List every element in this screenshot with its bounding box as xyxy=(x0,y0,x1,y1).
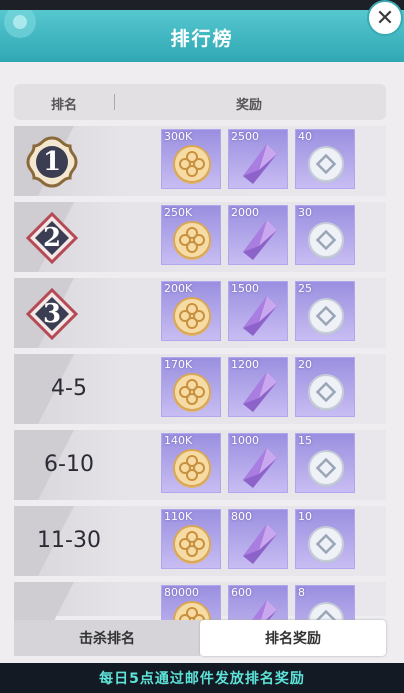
rank-range: 6-10 xyxy=(44,452,94,477)
silver-coin-icon xyxy=(304,446,348,490)
rank-range: 4-5 xyxy=(51,376,87,401)
column-header-rank: 排名 xyxy=(51,98,78,113)
gold-coin-icon xyxy=(170,218,214,262)
close-icon: ✕ xyxy=(375,5,395,31)
gold-coin-icon xyxy=(170,294,214,338)
gold-coin-icon xyxy=(170,522,214,566)
reward-notice: 每日5点通过邮件发放排名奖励 xyxy=(99,671,305,687)
tab-kill-ranking[interactable]: 击杀排名 xyxy=(14,620,200,656)
footer-bar: 每日5点通过邮件发放排名奖励 xyxy=(0,663,404,693)
table-header: 排名 奖励 xyxy=(14,84,386,120)
reward-item[interactable]: 1200 xyxy=(228,357,288,417)
reward-item[interactable]: 30 xyxy=(295,205,355,265)
rank-range: 11-30 xyxy=(37,528,101,553)
reward-item[interactable]: 1500 xyxy=(228,281,288,341)
purple-crystal-icon xyxy=(237,218,281,262)
silver-coin-icon xyxy=(304,218,348,262)
silver-coin-icon xyxy=(304,142,348,186)
reward-item[interactable]: 2000 xyxy=(228,205,288,265)
reward-item[interactable]: 20 xyxy=(295,357,355,417)
rank-row: 3 200K 1500 25 xyxy=(14,278,386,348)
rank-row: 80000 600 8 xyxy=(14,582,386,652)
reward-item[interactable]: 800 xyxy=(228,509,288,569)
gold-coin-icon xyxy=(170,142,214,186)
tab-bar: 击杀排名 排名奖励 xyxy=(14,620,386,656)
rank-number: 3 xyxy=(42,299,62,329)
reward-item[interactable]: 170K xyxy=(161,357,221,417)
reward-item[interactable]: 10 xyxy=(295,509,355,569)
rank-number: 2 xyxy=(42,223,62,253)
purple-crystal-icon xyxy=(237,446,281,490)
leaderboard-panel: 排行榜 排名 奖励 1 300K 2500 40 2 250K 2000 30 3 200K 150… xyxy=(0,10,404,693)
reward-item[interactable]: 140K xyxy=(161,433,221,493)
rank-row: 4-5 170K 1200 20 xyxy=(14,354,386,424)
reward-item[interactable]: 110K xyxy=(161,509,221,569)
rank-row: 6-10 140K 1000 15 xyxy=(14,430,386,500)
reward-item[interactable]: 2500 xyxy=(228,129,288,189)
title-bar: 排行榜 xyxy=(0,10,404,62)
rank-number: 1 xyxy=(42,147,62,177)
column-header-reward: 奖励 xyxy=(236,98,263,113)
column-divider xyxy=(114,94,115,110)
silver-coin-icon xyxy=(304,522,348,566)
reward-item[interactable]: 250K xyxy=(161,205,221,265)
purple-crystal-icon xyxy=(237,142,281,186)
rank-row: 11-30 110K 800 10 xyxy=(14,506,386,576)
reward-item[interactable]: 1000 xyxy=(228,433,288,493)
tab-rank-rewards[interactable]: 排名奖励 xyxy=(200,620,386,656)
silver-coin-icon xyxy=(304,370,348,414)
reward-item[interactable]: 200K xyxy=(161,281,221,341)
purple-crystal-icon xyxy=(237,370,281,414)
close-button[interactable]: ✕ xyxy=(367,0,403,36)
reward-item[interactable]: 15 xyxy=(295,433,355,493)
reward-item[interactable]: 25 xyxy=(295,281,355,341)
purple-crystal-icon xyxy=(237,522,281,566)
rank-row: 2 250K 2000 30 xyxy=(14,202,386,272)
silver-coin-icon xyxy=(304,294,348,338)
page-title: 排行榜 xyxy=(170,28,234,50)
purple-crystal-icon xyxy=(237,294,281,338)
reward-item[interactable]: 300K xyxy=(161,129,221,189)
rank-row: 1 300K 2500 40 xyxy=(14,126,386,196)
gold-coin-icon xyxy=(170,446,214,490)
reward-item[interactable]: 40 xyxy=(295,129,355,189)
gold-coin-icon xyxy=(170,370,214,414)
